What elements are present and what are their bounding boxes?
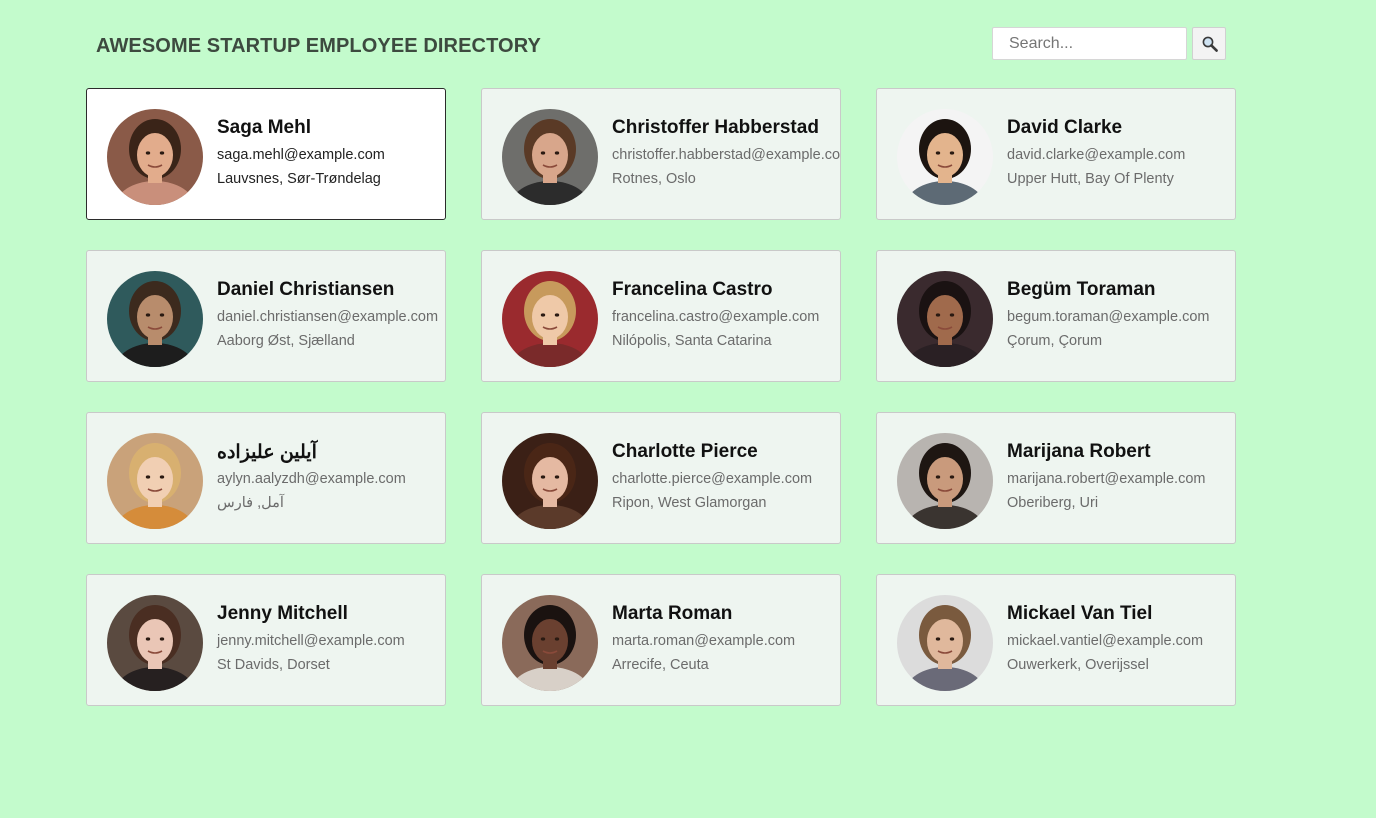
employee-name: Charlotte Pierce	[612, 441, 758, 462]
employee-card[interactable]: Begüm Toraman begum.toraman@example.com Ço…	[876, 250, 1236, 382]
avatar	[502, 433, 598, 529]
search-button[interactable]	[1192, 27, 1226, 60]
employee-location: Lauvsnes, Sør-Trøndelag	[217, 171, 381, 187]
employee-card[interactable]: Charlotte Pierce charlotte.pierce@example…	[481, 412, 841, 544]
employee-location: Ripon, West Glamorgan	[612, 495, 767, 511]
avatar	[897, 271, 993, 367]
employee-card[interactable]: Christoffer Habberstad christoffer.habber…	[481, 88, 841, 220]
employee-email: marta.roman@example.com	[612, 633, 796, 649]
header: AWESOME STARTUP EMPLOYEE DIRECTORY	[0, 0, 1376, 88]
avatar	[502, 271, 598, 367]
avatar	[502, 109, 598, 205]
employee-email: jenny.mitchell@example.com	[217, 633, 405, 649]
employee-location: Ouwerkerk, Overijssel	[1007, 657, 1149, 673]
employee-location: آمل, فارس	[217, 495, 284, 511]
employee-card[interactable]: Jenny Mitchell jenny.mitchell@example.com…	[86, 574, 446, 706]
employee-location: Upper Hutt, Bay Of Plenty	[1007, 171, 1174, 187]
page-title: AWESOME STARTUP EMPLOYEE DIRECTORY	[96, 35, 541, 57]
avatar	[897, 595, 993, 691]
employee-email: christoffer.habberstad@example.com	[612, 147, 841, 163]
employee-email: david.clarke@example.com	[1007, 147, 1186, 163]
employee-email: daniel.christiansen@example.com	[217, 309, 439, 325]
avatar	[107, 109, 203, 205]
employee-name: Marijana Robert	[1007, 441, 1151, 462]
employee-name: Saga Mehl	[217, 117, 311, 138]
employee-name: Marta Roman	[612, 603, 733, 624]
employee-name: Jenny Mitchell	[217, 603, 348, 624]
avatar	[107, 271, 203, 367]
employee-location: Aaborg Øst, Sjælland	[217, 333, 355, 349]
avatar	[897, 109, 993, 205]
employee-card[interactable]: Marta Roman marta.roman@example.com Arreci…	[481, 574, 841, 706]
employee-card[interactable]: Marijana Robert marijana.robert@example.c…	[876, 412, 1236, 544]
employee-email: charlotte.pierce@example.com	[612, 471, 813, 487]
employee-email: aylyn.aalyzdh@example.com	[217, 471, 406, 487]
employee-name: David Clarke	[1007, 117, 1123, 138]
employee-card[interactable]: آیلین علیزاده aylyn.aalyzdh@example.com آم…	[86, 412, 446, 544]
employee-name: Christoffer Habberstad	[612, 117, 819, 138]
avatar	[897, 433, 993, 529]
employee-location: Rotnes, Oslo	[612, 171, 696, 187]
employee-gallery: Saga Mehl saga.mehl@example.com Lauvsnes, …	[86, 88, 1236, 708]
employee-card[interactable]: David Clarke david.clarke@example.com Uppe…	[876, 88, 1236, 220]
search-icon	[1202, 36, 1218, 52]
search-form	[992, 27, 1226, 60]
employee-name: Begüm Toraman	[1007, 279, 1156, 300]
search-input[interactable]	[992, 27, 1187, 60]
employee-location: St Davids, Dorset	[217, 657, 330, 673]
avatar	[502, 595, 598, 691]
employee-name: Francelina Castro	[612, 279, 773, 300]
avatar	[107, 595, 203, 691]
employee-location: Arrecife, Ceuta	[612, 657, 709, 673]
employee-name: Daniel Christiansen	[217, 279, 395, 300]
employee-email: marijana.robert@example.com	[1007, 471, 1206, 487]
employee-email: francelina.castro@example.com	[612, 309, 820, 325]
employee-location: Oberiberg, Uri	[1007, 495, 1099, 511]
employee-email: mickael.vantiel@example.com	[1007, 633, 1204, 649]
employee-name: Mickael Van Tiel	[1007, 603, 1153, 624]
employee-location: Çorum, Çorum	[1007, 333, 1103, 349]
employee-card[interactable]: Daniel Christiansen daniel.christiansen@e…	[86, 250, 446, 382]
employee-location: Nilópolis, Santa Catarina	[612, 333, 772, 349]
employee-email: begum.toraman@example.com	[1007, 309, 1210, 325]
employee-card[interactable]: Francelina Castro francelina.castro@examp…	[481, 250, 841, 382]
employee-card[interactable]: Saga Mehl saga.mehl@example.com Lauvsnes, …	[86, 88, 446, 220]
employee-email: saga.mehl@example.com	[217, 147, 385, 163]
avatar	[107, 433, 203, 529]
employee-card[interactable]: Mickael Van Tiel mickael.vantiel@example.…	[876, 574, 1236, 706]
employee-name: آیلین علیزاده	[217, 442, 317, 463]
